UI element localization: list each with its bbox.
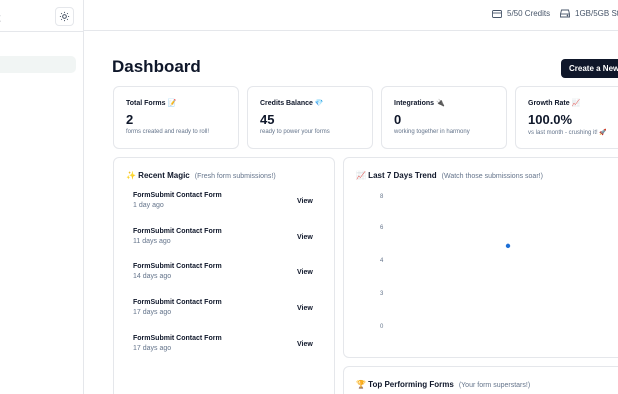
submission-time: 17 days ago (133, 309, 172, 316)
sidebar: t ons (0, 0, 84, 394)
y-axis-tick-label: 3 (380, 291, 384, 297)
trend-data-point[interactable] (505, 243, 511, 249)
stat-value: 2 (126, 112, 134, 127)
submission-time: 11 days ago (133, 238, 171, 245)
stat-title: Credits Balance 💎 (260, 100, 324, 107)
y-axis-tick-label: 8 (380, 194, 384, 200)
list-item: FormSubmit Contact Form 11 days ago (133, 228, 313, 245)
stat-title: Integrations 🔌 (394, 100, 445, 107)
brand-logo-text[interactable]: t (0, 10, 6, 25)
sidebar-item-active[interactable] (0, 56, 76, 73)
credit-card-icon (492, 9, 502, 18)
stat-card-total-forms: Total Forms 📝 2 forms created and ready … (113, 86, 239, 149)
list-item: FormSubmit Contact Form 17 days ago (133, 335, 313, 352)
stat-subtitle: working together in harmony (394, 129, 470, 135)
view-submission-link[interactable]: View (297, 234, 313, 241)
view-submission-link[interactable]: View (297, 198, 313, 205)
submission-time: 1 day ago (133, 202, 164, 209)
view-submission-link[interactable]: View (297, 341, 313, 348)
trend-panel-header: 📈 Last 7 Days Trend (Watch those submiss… (356, 171, 543, 180)
list-item: FormSubmit Contact Form 14 days ago (133, 263, 313, 280)
sidebar-item-label[interactable]: ons (0, 103, 26, 112)
list-item: FormSubmit Contact Form 1 day ago (133, 192, 313, 209)
stat-value: 100.0% (528, 112, 573, 127)
top-forms-panel-note: (Your form superstars!) (458, 382, 531, 389)
storage-text: 1GB/5GB Sto (575, 9, 618, 18)
top-bar: 5/50 Credits 1GB/5GB Sto (84, 0, 618, 31)
trend-plot-area (505, 243, 511, 249)
create-form-button[interactable]: Create a New F (561, 59, 618, 78)
stat-title: Total Forms 📝 (126, 100, 177, 107)
stat-card-integrations: Integrations 🔌 0 working together in har… (381, 86, 507, 149)
recent-panel-title: ✨ Recent Magic (126, 171, 190, 180)
sidebar-divider (0, 31, 84, 32)
credits-indicator[interactable]: 5/50 Credits (492, 9, 550, 18)
submission-form-name: FormSubmit Contact Form (133, 335, 222, 342)
hard-drive-icon (560, 9, 570, 18)
create-form-label: Create a New F (569, 64, 618, 73)
submission-form-name: FormSubmit Contact Form (133, 263, 222, 270)
stat-card-credits-balance: Credits Balance 💎 45 ready to power your… (247, 86, 373, 149)
stat-card-growth-rate: Growth Rate 📈 100.0% vs last month - cru… (515, 86, 618, 149)
view-submission-link[interactable]: View (297, 269, 313, 276)
stat-value: 0 (394, 112, 402, 127)
stat-subtitle: vs last month - crushing it! 🚀 (528, 130, 607, 136)
y-axis-tick-label: 4 (380, 258, 384, 264)
page-title: Dashboard (112, 57, 201, 76)
submission-form-name: FormSubmit Contact Form (133, 228, 222, 235)
y-axis-tick-label: 0 (380, 324, 384, 330)
credits-text: 5/50 Credits (507, 9, 551, 18)
storage-indicator[interactable]: 1GB/5GB Sto (560, 9, 618, 18)
submission-form-name: FormSubmit Contact Form (133, 299, 222, 306)
trend-panel-title: 📈 Last 7 Days Trend (356, 171, 437, 180)
stat-subtitle: forms created and ready to roll! (126, 129, 210, 135)
stat-title: Growth Rate 📈 (528, 100, 581, 107)
stat-subtitle: ready to power your forms (260, 129, 330, 135)
top-forms-panel: 🏆 Top Performing Forms (Your form supers… (343, 366, 618, 394)
list-item: FormSubmit Contact Form 17 days ago (133, 299, 313, 316)
submission-form-name: FormSubmit Contact Form (133, 192, 222, 199)
submission-time: 14 days ago (133, 273, 172, 280)
trend-panel-note: (Watch those submissions soar!) (441, 173, 543, 180)
recent-panel-note: (Fresh form submissions!) (194, 173, 276, 180)
stat-value: 45 (260, 112, 275, 127)
theme-toggle-button[interactable] (55, 7, 74, 26)
y-axis-tick-label: 6 (380, 225, 384, 231)
view-submission-link[interactable]: View (297, 305, 313, 312)
sun-icon (59, 11, 70, 22)
top-forms-panel-header: 🏆 Top Performing Forms (Your form supers… (356, 380, 530, 389)
top-forms-panel-title: 🏆 Top Performing Forms (356, 380, 454, 389)
submission-time: 17 days ago (133, 345, 172, 352)
recent-panel-header: ✨ Recent Magic (Fresh form submissions!) (126, 171, 276, 180)
